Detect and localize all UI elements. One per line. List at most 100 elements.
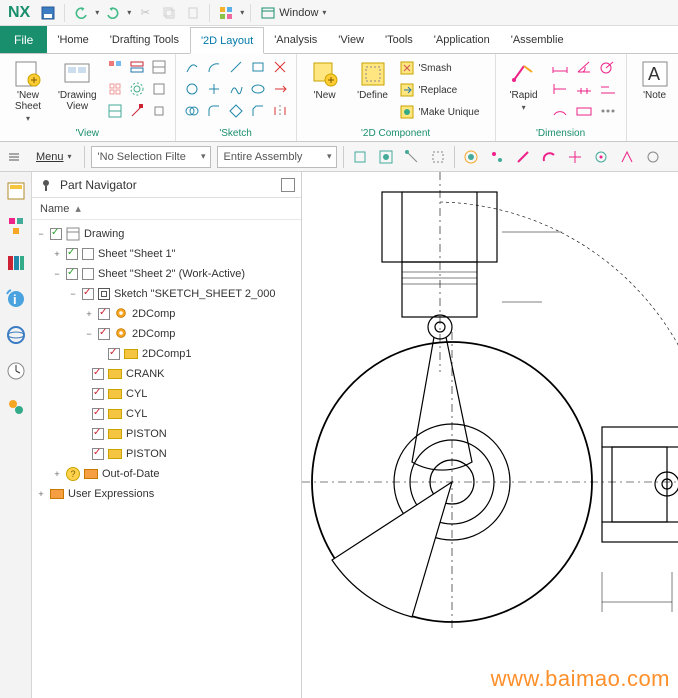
sketch-point-icon[interactable] — [204, 80, 224, 98]
checkbox-icon[interactable] — [92, 368, 104, 380]
sketch-spline-icon[interactable] — [226, 80, 246, 98]
tab-file[interactable]: File — [0, 26, 47, 53]
redo-dropdown-icon[interactable]: ▾ — [127, 8, 131, 17]
menu-button[interactable]: Menu▾ — [30, 151, 78, 163]
dim-ord-icon[interactable] — [550, 80, 570, 98]
checkbox-icon[interactable] — [66, 268, 78, 280]
tree-node-drawing[interactable]: − Drawing — [36, 224, 297, 244]
dim-angular-icon[interactable] — [574, 58, 594, 76]
checkbox-icon[interactable] — [92, 428, 104, 440]
snap-tool-icon[interactable] — [617, 147, 637, 167]
rail-assembly-navigator-icon[interactable] — [5, 216, 27, 238]
expand-icon[interactable]: + — [84, 309, 94, 319]
checkbox-icon[interactable] — [66, 248, 78, 260]
tree-node-2dcomp2[interactable]: − 2DComp — [36, 324, 297, 344]
sketch-trim-icon[interactable] — [270, 58, 290, 76]
sketch-line-icon[interactable] — [182, 58, 202, 76]
sketch-rect-icon[interactable] — [248, 58, 268, 76]
dim-tol-icon[interactable] — [574, 102, 594, 120]
save-icon[interactable] — [38, 3, 58, 23]
dim-chain-icon[interactable] — [574, 80, 594, 98]
view-tool-icon[interactable] — [149, 80, 169, 98]
window-menu[interactable]: Window ▾ — [257, 6, 330, 20]
tab-2d-layout[interactable]: '2D Layout — [190, 27, 264, 54]
checkbox-icon[interactable] — [92, 408, 104, 420]
tree-node-sheet1[interactable]: + Sheet "Sheet 1" — [36, 244, 297, 264]
collapse-icon[interactable]: − — [68, 289, 78, 299]
collapse-icon[interactable]: − — [84, 329, 94, 339]
component-new-button[interactable]: 'New — [303, 58, 347, 103]
component-replace-button[interactable]: 'Replace — [399, 80, 489, 100]
component-smash-button[interactable]: 'Smash — [399, 58, 489, 78]
note-button[interactable]: A 'Note — [633, 58, 677, 103]
drawing-view-button[interactable]: 'Drawing View — [54, 58, 101, 114]
view-tool-icon[interactable] — [127, 102, 147, 120]
sel-tool-icon[interactable] — [350, 147, 370, 167]
checkbox-icon[interactable] — [92, 448, 104, 460]
paste-icon[interactable] — [183, 3, 203, 23]
expand-icon[interactable]: + — [52, 249, 62, 259]
tree-node-piston[interactable]: PISTON — [36, 424, 297, 444]
dim-baseline-icon[interactable] — [598, 80, 618, 98]
expand-icon[interactable]: + — [52, 469, 62, 479]
tree-node-cyl2[interactable]: CYL — [36, 404, 297, 424]
redo-icon[interactable] — [103, 3, 123, 23]
view-tool-icon[interactable] — [149, 58, 169, 76]
snap-tool-icon[interactable] — [539, 147, 559, 167]
cut-icon[interactable]: ✂ — [135, 3, 155, 23]
navigator-columns[interactable]: Name ▴ — [32, 198, 301, 220]
tab-drafting-tools[interactable]: 'Drafting Tools — [100, 26, 190, 53]
tree-node-2dcomp1[interactable]: 2DComp1 — [36, 344, 297, 364]
sel-tool-icon[interactable] — [402, 147, 422, 167]
sel-tool-icon[interactable] — [428, 147, 448, 167]
rail-part-navigator-icon[interactable] — [5, 180, 27, 202]
component-make-unique-button[interactable]: 'Make Unique — [399, 102, 489, 122]
grid-icon[interactable] — [216, 3, 236, 23]
view-tool-icon[interactable] — [127, 80, 147, 98]
tree-node-sheet2[interactable]: − Sheet "Sheet 2" (Work-Active) — [36, 264, 297, 284]
checkbox-icon[interactable] — [50, 228, 62, 240]
dim-more-icon[interactable] — [598, 102, 618, 120]
undo-icon[interactable] — [71, 3, 91, 23]
view-tool-icon[interactable] — [105, 58, 125, 76]
tab-application[interactable]: 'Application — [424, 26, 501, 53]
rail-info-icon[interactable]: i — [5, 288, 27, 310]
drawing-canvas[interactable]: www.baimao.com — [302, 172, 678, 698]
selection-filter-dropdown[interactable]: 'No Selection Filte — [91, 146, 211, 168]
sketch-fillet-icon[interactable] — [204, 102, 224, 120]
copy-icon[interactable] — [159, 3, 179, 23]
pin-icon[interactable] — [38, 177, 54, 193]
dim-radial-icon[interactable] — [598, 58, 618, 76]
sketch-poly-icon[interactable] — [226, 102, 246, 120]
snap-tool-icon[interactable] — [565, 147, 585, 167]
sketch-line2-icon[interactable] — [226, 58, 246, 76]
tree-node-crank[interactable]: CRANK — [36, 364, 297, 384]
collapse-icon[interactable]: − — [52, 269, 62, 279]
snap-tool-icon[interactable] — [643, 147, 663, 167]
tree-node-piston2[interactable]: PISTON — [36, 444, 297, 464]
sketch-circle-icon[interactable] — [182, 80, 202, 98]
tree-node-sketch[interactable]: − Sketch "SKETCH_SHEET 2_000 — [36, 284, 297, 304]
assembly-scope-dropdown[interactable]: Entire Assembly — [217, 146, 337, 168]
tree-node-2dcomp[interactable]: + 2DComp — [36, 304, 297, 324]
sketch-chamfer-icon[interactable] — [248, 102, 268, 120]
view-tool-icon[interactable] — [105, 80, 125, 98]
checkbox-icon[interactable] — [92, 388, 104, 400]
dim-arc-icon[interactable] — [550, 102, 570, 120]
tree-node-user-expressions[interactable]: + User Expressions — [36, 484, 297, 504]
rail-history-icon[interactable] — [5, 252, 27, 274]
new-sheet-button[interactable]: 'New Sheet ▾ — [6, 58, 50, 125]
sketch-offset-icon[interactable] — [182, 102, 202, 120]
tab-assemblies[interactable]: 'Assemblie — [501, 26, 575, 53]
view-tool-icon[interactable] — [105, 102, 125, 120]
tree-node-out-of-date[interactable]: + ? Out-of-Date — [36, 464, 297, 484]
tab-home[interactable]: 'Home — [47, 26, 99, 53]
checkbox-icon[interactable] — [108, 348, 120, 360]
dim-linear-icon[interactable] — [550, 58, 570, 76]
tab-view[interactable]: 'View — [328, 26, 375, 53]
snap-tool-icon[interactable] — [461, 147, 481, 167]
rail-clock-icon[interactable] — [5, 360, 27, 382]
maximize-icon[interactable] — [281, 178, 295, 192]
checkbox-icon[interactable] — [82, 288, 94, 300]
rail-browser-icon[interactable] — [5, 324, 27, 346]
